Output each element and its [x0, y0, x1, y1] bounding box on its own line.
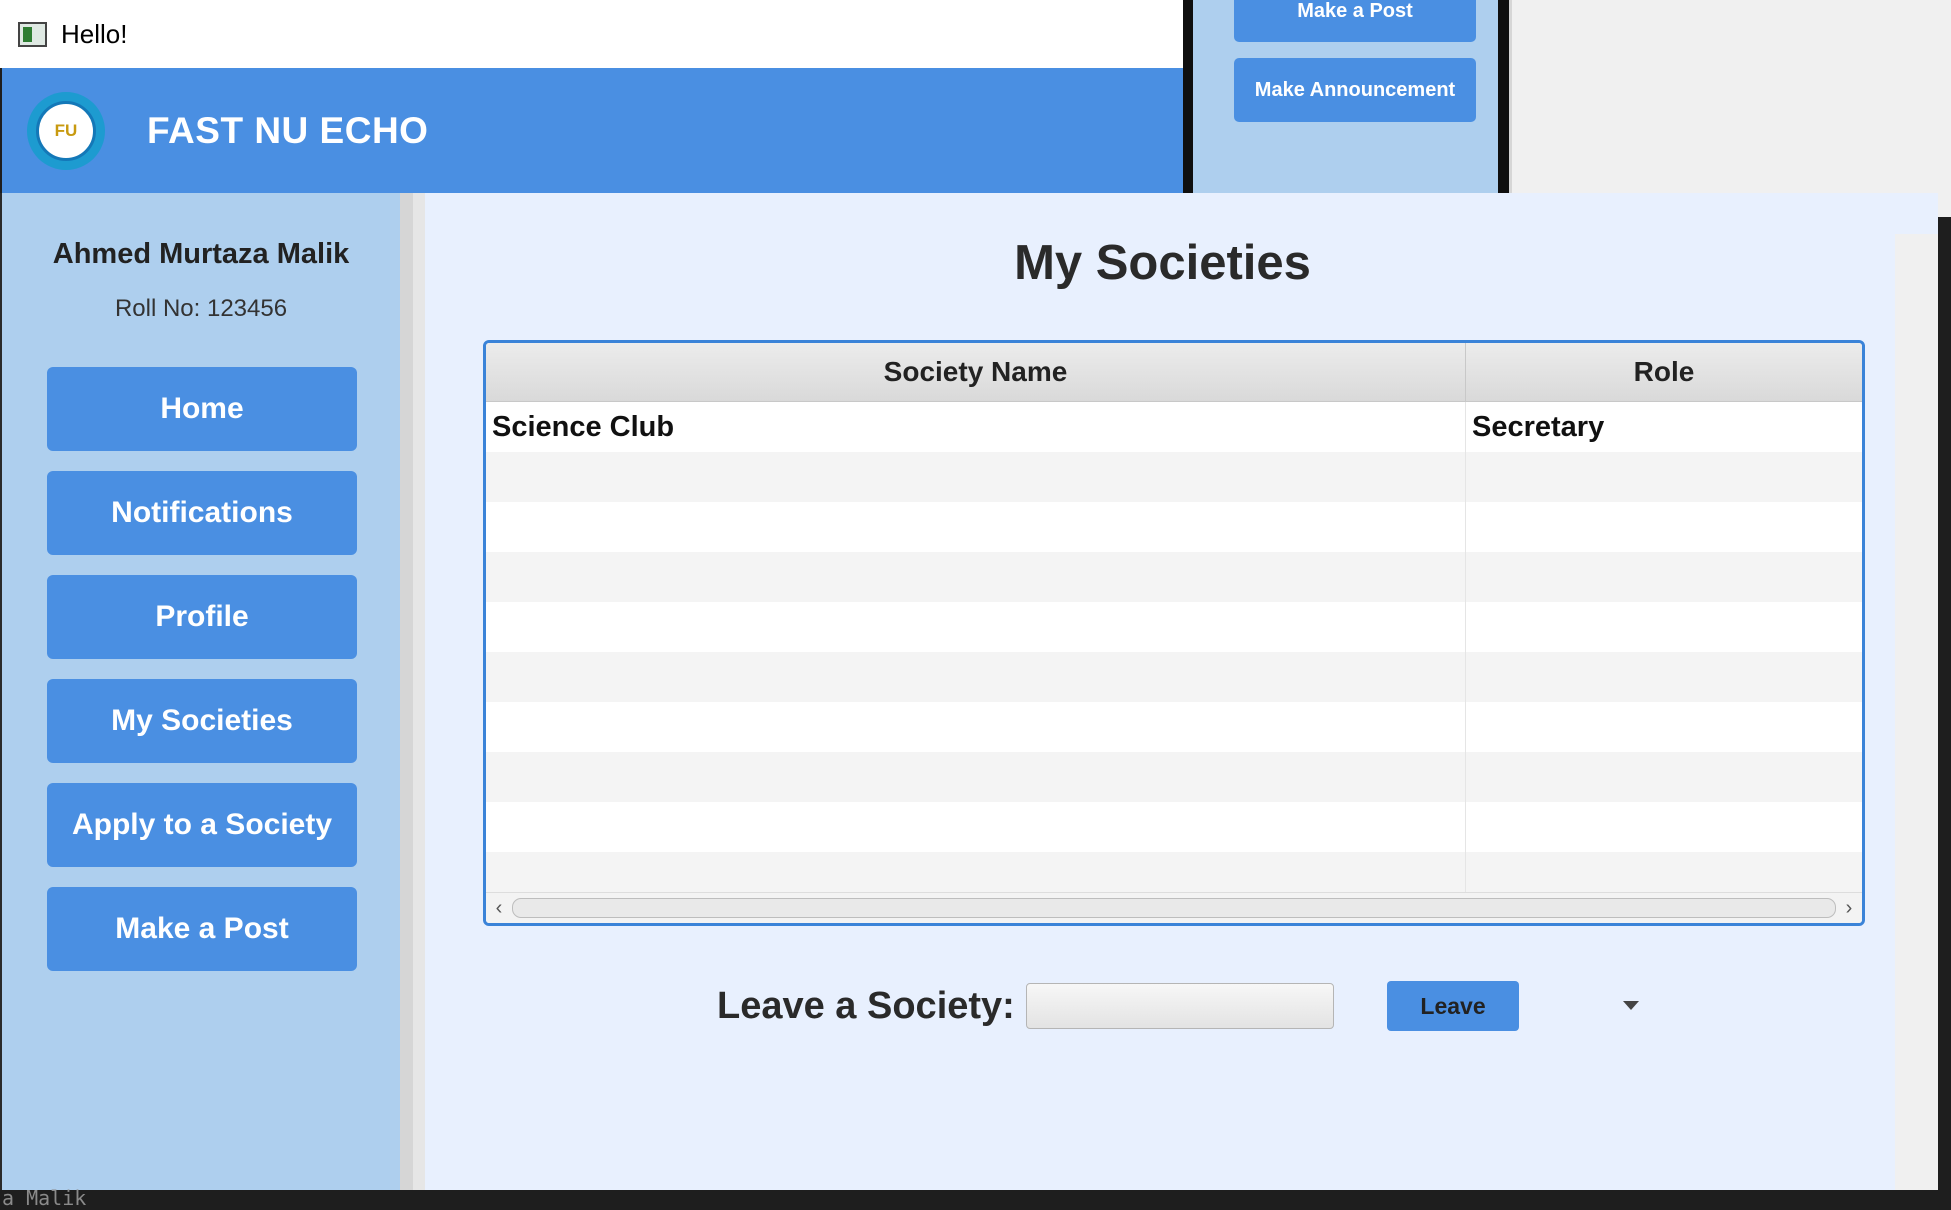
table-row-empty [486, 752, 1862, 802]
empty-cell [486, 652, 1466, 702]
table-header: Society Name Role [486, 343, 1862, 402]
empty-cell [1466, 702, 1862, 752]
empty-cell [486, 502, 1466, 552]
home-button[interactable]: Home [47, 367, 357, 451]
main-content: My Societies Society Name Role Science C… [413, 193, 1938, 1190]
window-right-edge [1895, 234, 1938, 1190]
cell-society-name: Science Club [486, 402, 1466, 452]
console-strip [0, 1190, 1951, 1202]
table-row-empty [486, 452, 1862, 502]
empty-cell [1466, 502, 1862, 552]
empty-cell [1466, 552, 1862, 602]
scroll-left-icon[interactable]: ‹ [486, 897, 512, 920]
horizontal-scrollbar[interactable]: ‹ › [486, 892, 1862, 923]
user-name: Ahmed Murtaza Malik [52, 238, 350, 270]
app-header: FU FAST NU ECHO [2, 68, 1183, 193]
table-row-empty [486, 652, 1862, 702]
empty-cell [1466, 452, 1862, 502]
app-icon [18, 21, 47, 47]
title-bar[interactable]: Hello! [0, 0, 1183, 68]
profile-button[interactable]: Profile [47, 575, 357, 659]
leave-society-row: Leave a Society: Leave [425, 976, 1950, 1036]
society-select[interactable] [1026, 983, 1334, 1029]
empty-cell [486, 752, 1466, 802]
societies-table[interactable]: Society Name Role Science Club Secretary [483, 340, 1865, 926]
empty-cell [1466, 652, 1862, 702]
scroll-right-icon[interactable]: › [1836, 897, 1862, 920]
empty-cell [486, 702, 1466, 752]
empty-cell [1466, 802, 1862, 852]
empty-cell [486, 452, 1466, 502]
table-row-empty [486, 702, 1862, 752]
main-window: Hello! FU FAST NU ECHO Ahmed Murtaza Mal… [0, 0, 1938, 1190]
scroll-thumb[interactable] [512, 898, 1836, 918]
leave-society-label: Leave a Society: [717, 984, 1015, 1027]
page-title: My Societies [1014, 236, 1311, 290]
make-post-button[interactable]: Make a Post [47, 887, 357, 971]
empty-cell [486, 802, 1466, 852]
dropdown-arrow-icon[interactable] [1623, 1001, 1639, 1010]
sidebar: Ahmed Murtaza Malik Roll No: 123456 Home… [2, 193, 413, 1190]
leave-button[interactable]: Leave [1387, 981, 1519, 1031]
table-body: Science Club Secretary [486, 402, 1862, 902]
table-row[interactable]: Science Club Secretary [486, 402, 1862, 452]
empty-cell [486, 552, 1466, 602]
empty-cell [486, 602, 1466, 652]
cell-role: Secretary [1472, 410, 1605, 443]
empty-cell [1466, 602, 1862, 652]
app-brand: FAST NU ECHO [147, 109, 429, 151]
apply-to-society-button[interactable]: Apply to a Society [47, 783, 357, 867]
column-header-role[interactable]: Role [1466, 343, 1862, 401]
table-row-empty [486, 602, 1862, 652]
window-title: Hello! [61, 18, 128, 49]
table-row-empty [486, 552, 1862, 602]
table-row-empty [486, 502, 1862, 552]
roll-number: Roll No: 123456 [114, 295, 288, 322]
university-logo: FU [27, 91, 105, 170]
table-row-empty [486, 802, 1862, 852]
my-societies-button[interactable]: My Societies [47, 679, 357, 763]
empty-cell [1466, 752, 1862, 802]
column-header-society-name[interactable]: Society Name [486, 343, 1466, 401]
console-output: a Malik [2, 1186, 87, 1210]
logo-emblem: FU [36, 100, 96, 161]
notifications-button[interactable]: Notifications [47, 471, 357, 555]
